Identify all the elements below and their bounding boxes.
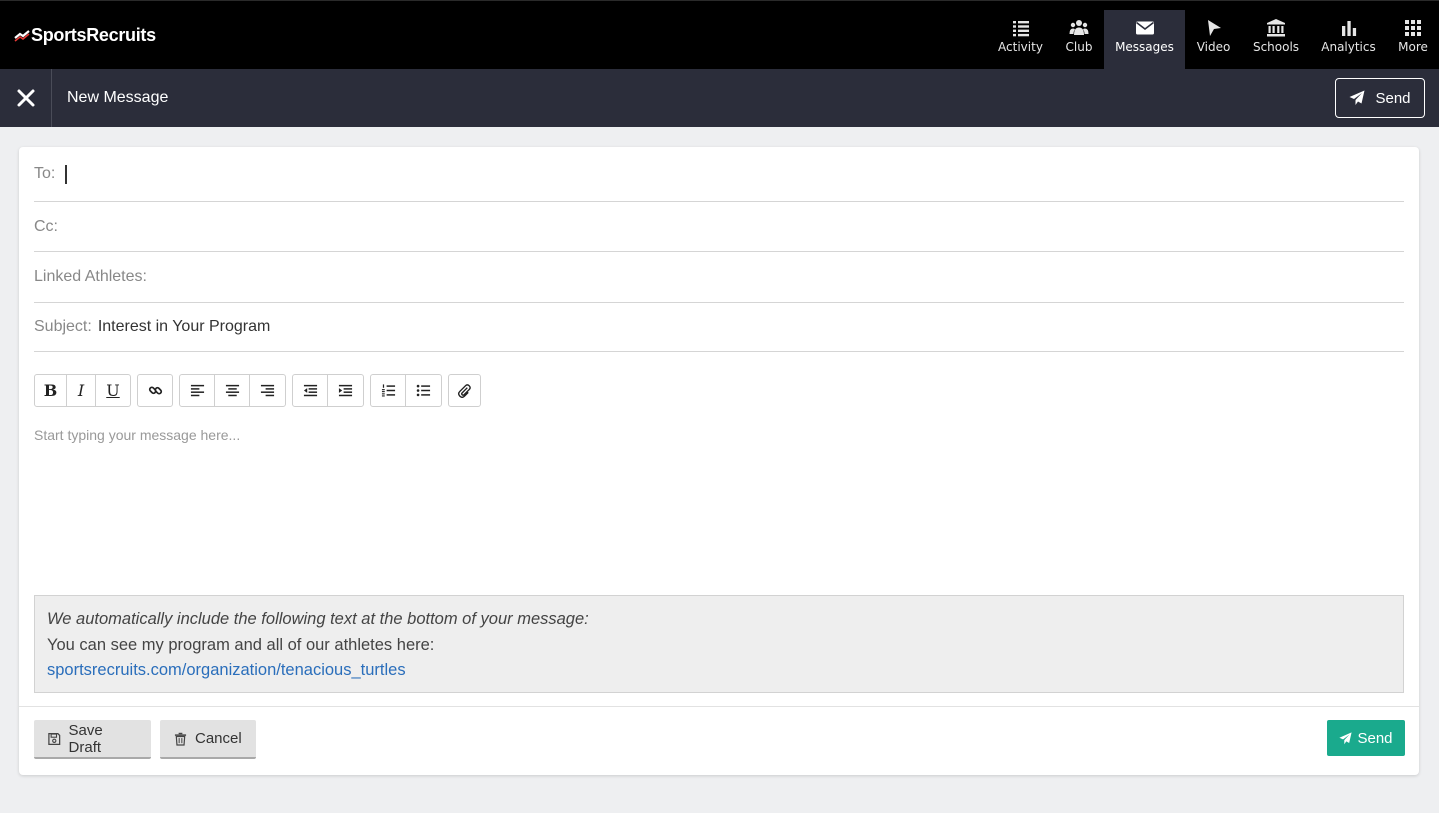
compose-header: New Message Send <box>0 69 1439 127</box>
align-center-icon <box>225 384 239 397</box>
list-group <box>370 374 442 407</box>
nav-label: Schools <box>1252 40 1300 54</box>
grid-icon <box>1405 20 1421 36</box>
nav-item-messages[interactable]: Messages <box>1104 10 1185 70</box>
bar-chart-icon <box>1341 21 1356 36</box>
formatting-toolbar: B I U <box>34 374 487 407</box>
save-draft-label: Save Draft <box>68 721 103 756</box>
align-left-icon <box>190 384 204 397</box>
logo-mark-icon <box>14 30 30 42</box>
subject-field[interactable]: Subject: Interest in Your Program <box>34 303 1404 352</box>
subject-label: Subject: <box>34 318 92 335</box>
compose-footer: Save Draft Cancel Send <box>19 706 1419 775</box>
underline-icon: U <box>106 381 120 400</box>
play-icon <box>1207 20 1221 36</box>
attach-icon <box>457 384 471 398</box>
indent-icon <box>338 384 353 397</box>
header-send-label: Send <box>1375 89 1411 107</box>
top-navbar: SportsRecruits Activity Club Messages Vi… <box>0 0 1439 70</box>
ordered-list-button[interactable] <box>371 375 406 406</box>
italic-icon: I <box>77 381 85 400</box>
envelope-icon <box>1135 21 1154 35</box>
cancel-label: Cancel <box>195 730 242 747</box>
outdent-icon <box>303 384 317 397</box>
page-title: New Message <box>67 89 169 106</box>
unordered-list-button[interactable] <box>406 375 441 406</box>
align-right-icon <box>260 384 275 397</box>
ordered-list-icon <box>381 384 395 397</box>
link-group <box>137 374 173 407</box>
nav-item-club[interactable]: Club <box>1054 10 1104 70</box>
nav-label: Video <box>1196 40 1231 54</box>
save-icon <box>48 732 61 745</box>
insert-link-button[interactable] <box>138 375 172 406</box>
nav-item-more[interactable]: More <box>1387 10 1439 70</box>
align-group <box>179 374 286 407</box>
text-style-group: B I U <box>34 374 131 407</box>
nav-item-activity[interactable]: Activity <box>987 10 1054 70</box>
list-icon <box>1012 21 1029 37</box>
sportsrecruits-logo[interactable]: SportsRecruits <box>14 23 156 47</box>
header-send-button[interactable]: Send <box>1335 78 1425 118</box>
message-body-editor[interactable]: Start typing your message here... <box>34 427 1404 587</box>
signature-intro: We automatically include the following t… <box>47 610 589 628</box>
nav-label: Messages <box>1115 40 1174 54</box>
attach-group <box>448 374 481 407</box>
cancel-button[interactable]: Cancel <box>160 720 256 759</box>
to-field[interactable]: To: <box>34 147 1404 202</box>
close-icon <box>17 89 34 107</box>
institution-icon <box>1267 19 1285 37</box>
auto-signature: We automatically include the following t… <box>34 595 1404 693</box>
cc-field[interactable]: Cc: <box>34 202 1404 252</box>
compose-card: To: Cc: Linked Athletes: Subject: Intere… <box>19 147 1419 775</box>
underline-button[interactable]: U <box>96 375 130 406</box>
align-right-button[interactable] <box>250 375 285 406</box>
align-left-button[interactable] <box>180 375 215 406</box>
close-button[interactable] <box>0 69 52 127</box>
nav-item-analytics[interactable]: Analytics <box>1310 10 1387 70</box>
unordered-list-icon <box>416 384 431 397</box>
link-icon <box>148 386 162 395</box>
nav-item-schools[interactable]: Schools <box>1242 10 1310 70</box>
signature-link[interactable]: sportsrecruits.com/organization/tenaciou… <box>47 658 1391 684</box>
paper-plane-icon <box>1339 731 1353 744</box>
trash-icon <box>174 732 187 746</box>
nav-item-video[interactable]: Video <box>1185 10 1242 70</box>
indent-button[interactable] <box>328 375 363 406</box>
nav-label: Activity <box>998 40 1043 54</box>
nav-label: More <box>1398 40 1428 54</box>
outdent-button[interactable] <box>293 375 328 406</box>
main-nav: Activity Club Messages Video Schools Ana… <box>987 10 1439 70</box>
bold-icon: B <box>43 381 58 400</box>
nav-label: Analytics <box>1321 40 1376 54</box>
send-button[interactable]: Send <box>1327 720 1405 756</box>
indent-group <box>292 374 364 407</box>
send-label: Send <box>1357 729 1393 747</box>
signature-line: You can see my program and all of our at… <box>47 635 435 654</box>
logo-text: SportsRecruits <box>31 24 156 45</box>
subject-input[interactable]: Interest in Your Program <box>98 318 271 336</box>
to-label: To: <box>34 165 56 182</box>
linked-athletes-label: Linked Athletes: <box>34 268 147 285</box>
attach-button[interactable] <box>449 375 480 406</box>
users-icon <box>1069 20 1089 35</box>
text-cursor <box>65 164 67 184</box>
save-draft-button[interactable]: Save Draft <box>34 720 151 759</box>
nav-label: Club <box>1065 40 1093 54</box>
linked-athletes-field[interactable]: Linked Athletes: <box>34 252 1404 303</box>
cc-label: Cc: <box>34 217 58 235</box>
bold-button[interactable]: B <box>35 375 67 406</box>
align-center-button[interactable] <box>215 375 250 406</box>
italic-button[interactable]: I <box>67 375 96 406</box>
paper-plane-icon <box>1349 90 1365 105</box>
